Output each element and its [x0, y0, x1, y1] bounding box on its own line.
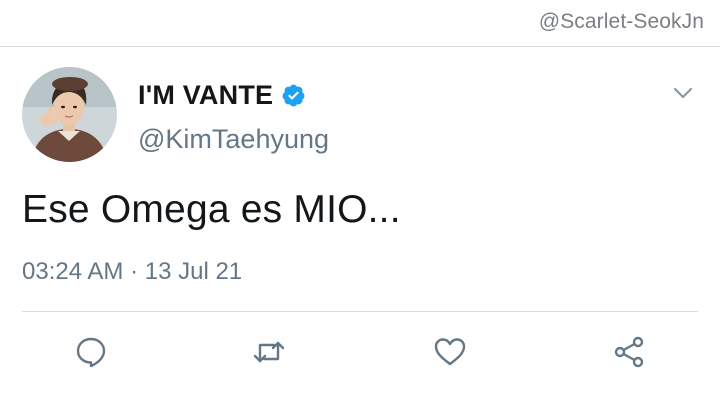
chevron-down-icon[interactable] [672, 85, 694, 101]
tweet-timestamp[interactable]: 03:24 AM · 13 Jul 21 [22, 258, 242, 286]
retweet-icon [253, 341, 285, 363]
actions-divider [22, 311, 698, 312]
retweet-button[interactable] [250, 333, 288, 371]
watermark-username: @Scarlet-SeokJn [538, 10, 704, 33]
avatar-image [22, 67, 117, 162]
tweet-text: Ese Omega es MIO... [22, 188, 401, 231]
verified-badge-icon [281, 83, 306, 108]
heart-icon [434, 338, 466, 366]
avatar[interactable] [22, 67, 117, 162]
user-handle[interactable]: @KimTaehyung [138, 124, 329, 155]
reply-icon [76, 337, 106, 368]
share-button[interactable] [610, 333, 648, 371]
top-divider [0, 46, 720, 47]
author-name-row: I'M VANTE [138, 80, 306, 111]
reply-button[interactable] [72, 333, 110, 371]
share-icon [614, 336, 644, 368]
display-name[interactable]: I'M VANTE [138, 80, 273, 111]
like-button[interactable] [431, 333, 469, 371]
